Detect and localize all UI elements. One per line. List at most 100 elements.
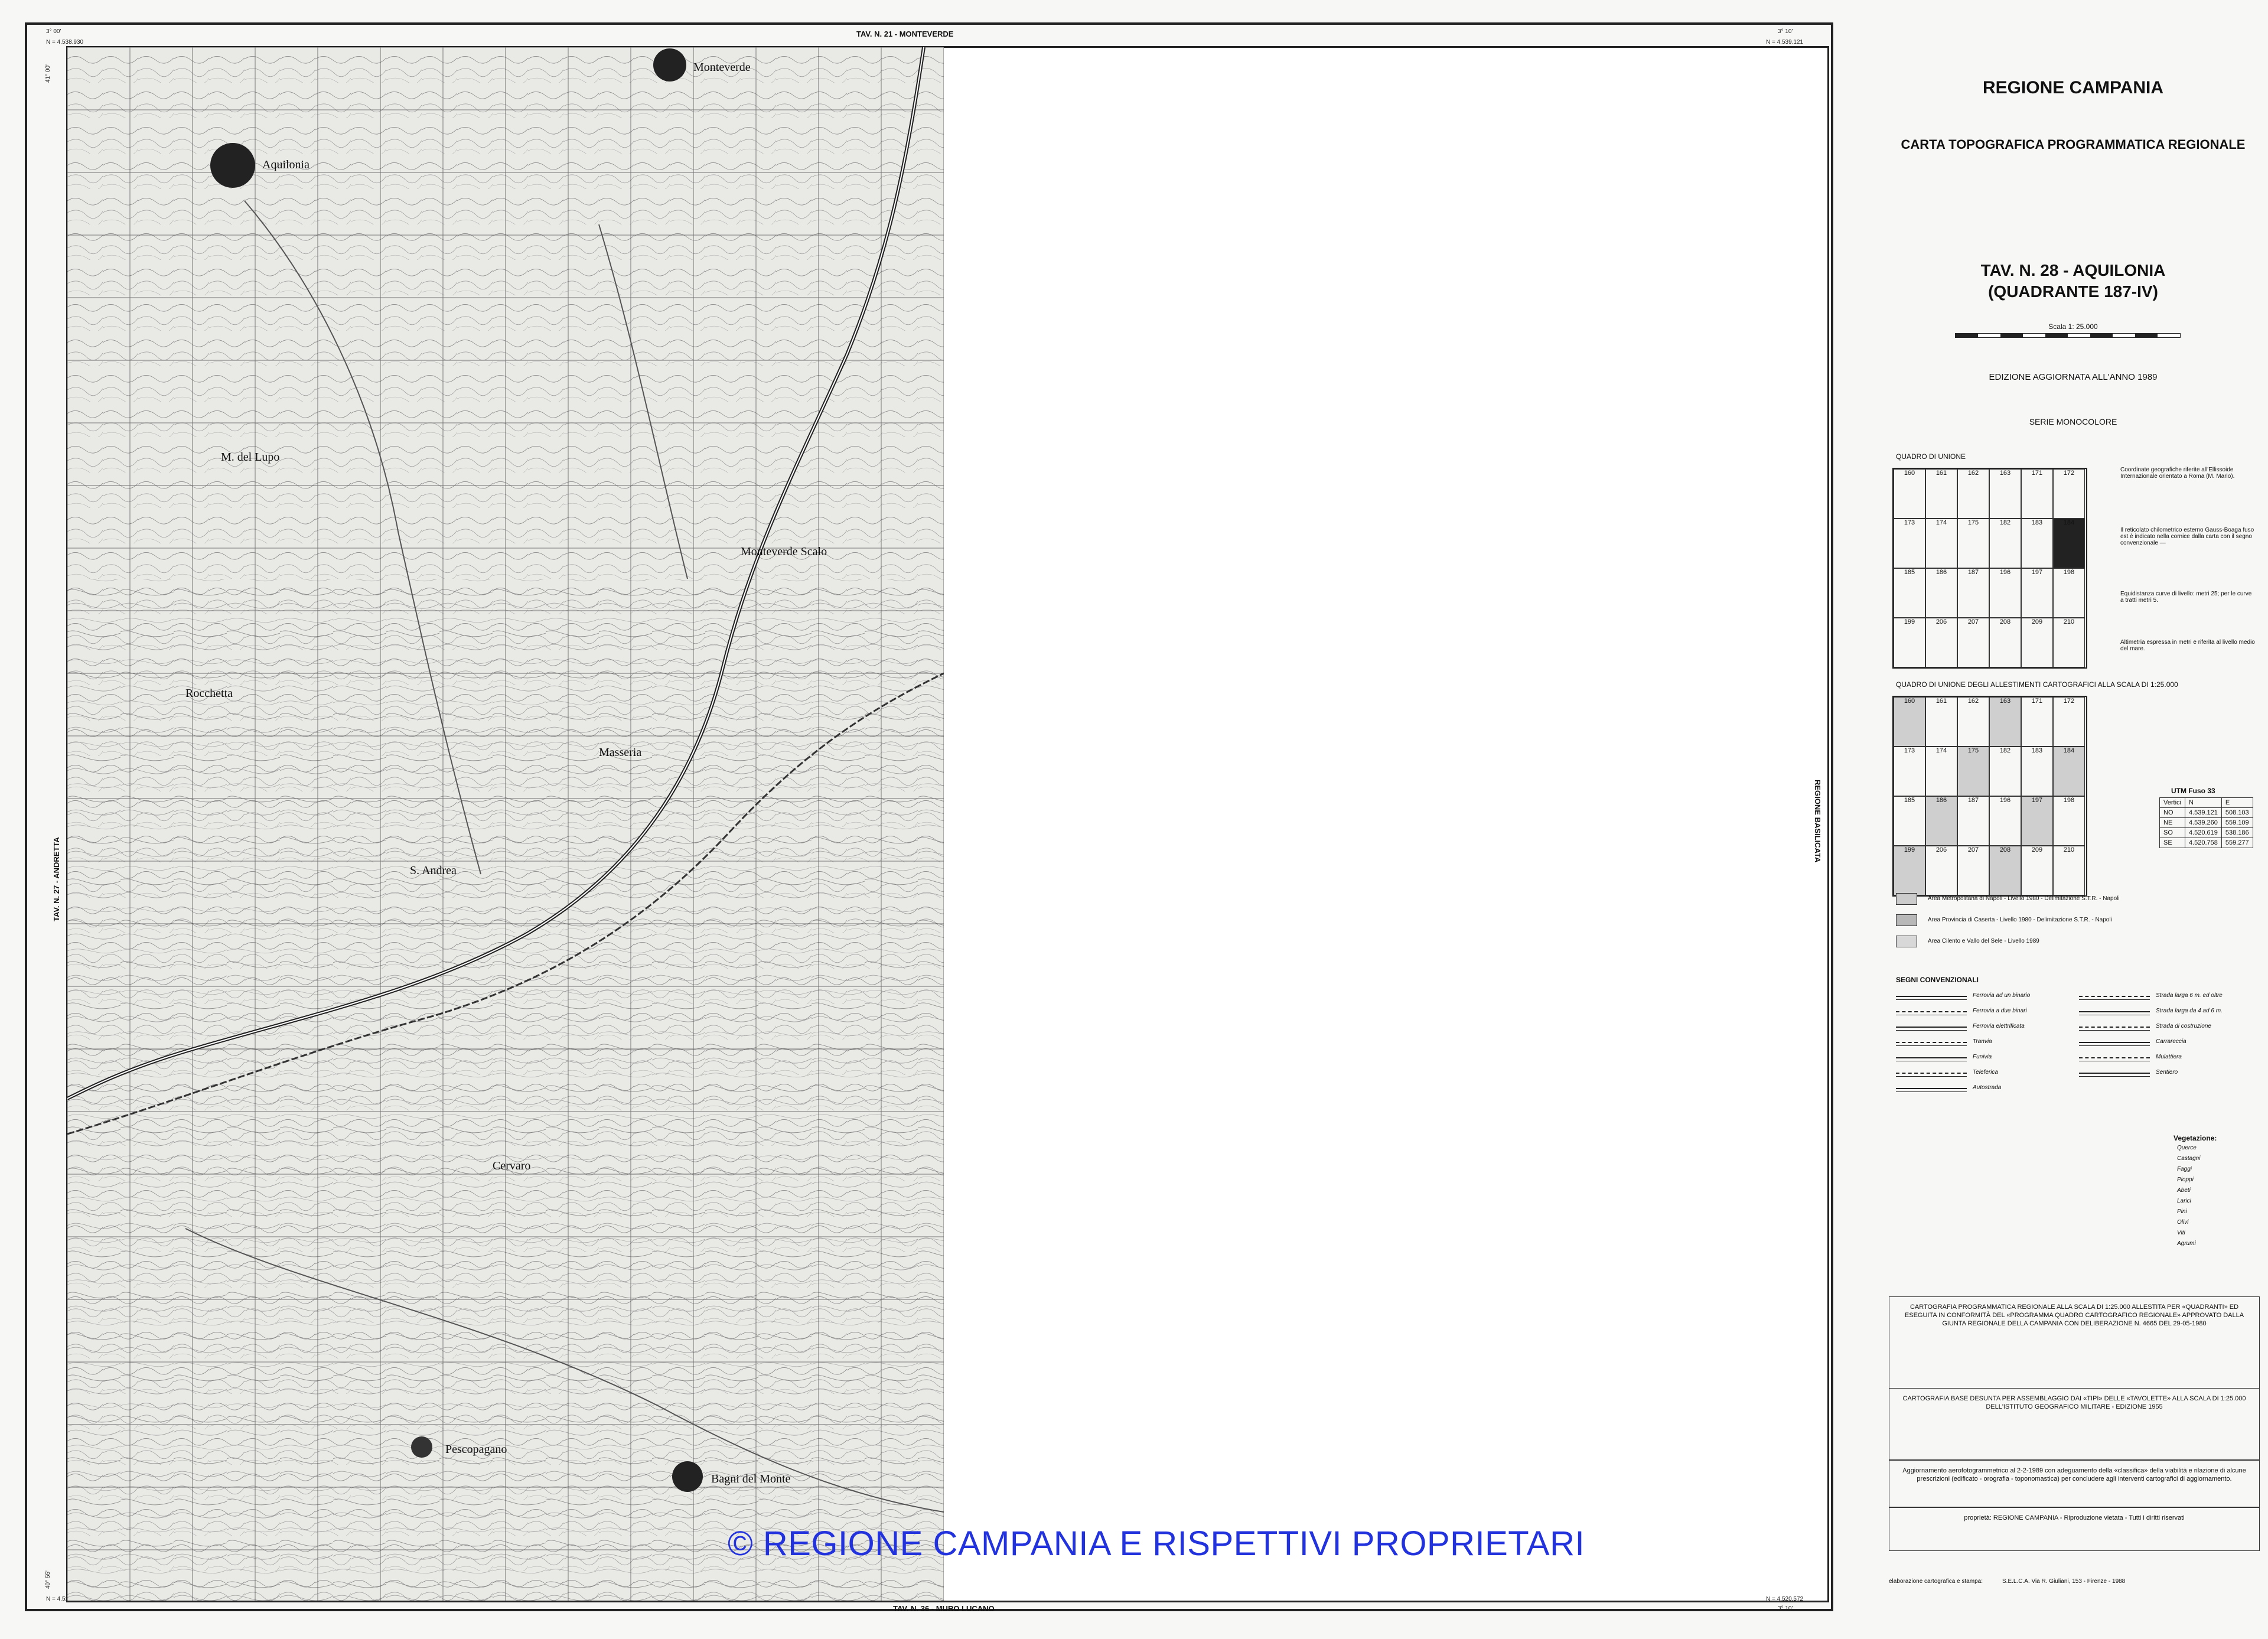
grid-cell: 206 bbox=[1925, 618, 1957, 667]
utm-cell: 559.277 bbox=[2221, 838, 2253, 848]
elaborazione-label: elaborazione cartografica e stampa: bbox=[1889, 1578, 1983, 1585]
vegetation-item: Faggi bbox=[2177, 1166, 2192, 1172]
grid-cell: 160 bbox=[1894, 697, 1925, 747]
grid-cell: 162 bbox=[1957, 469, 1989, 519]
grid-cell: 183 bbox=[2021, 747, 2053, 796]
cartografia-box: CARTOGRAFIA PROGRAMMATICA REGIONALE ALLA… bbox=[1889, 1296, 2260, 1389]
segni-label: Sentiero bbox=[2156, 1069, 2178, 1076]
grid-cell: 183 bbox=[2021, 519, 2053, 568]
frame-top-label: TAV. N. 21 - MONTEVERDE bbox=[856, 30, 954, 38]
map-subtitle: CARTA TOPOGRAFICA PROGRAMMATICA REGIONAL… bbox=[1901, 137, 2246, 152]
vegetation-item: Agrumi bbox=[2177, 1240, 2196, 1247]
area-swatch-1 bbox=[1896, 893, 1917, 905]
utm-cell: 559.109 bbox=[2221, 817, 2253, 828]
segni-symbol bbox=[2079, 1027, 2150, 1031]
segni-title: SEGNI CONVENZIONALI bbox=[1896, 976, 1979, 984]
area-label-3: Area Cilento e Vallo del Sele - Livello … bbox=[1928, 938, 2039, 944]
grid-cell: 207 bbox=[1957, 846, 1989, 895]
segni-label: Mulattiera bbox=[2156, 1054, 2182, 1060]
grid-cell: 185 bbox=[1894, 568, 1925, 618]
vegetation-list: Querce Castagni Faggi Pioppi Abeti Larici Pini… bbox=[2177, 1145, 2260, 1322]
side-note-3: Equidistanza curve di livello: metri 25;… bbox=[2120, 591, 2252, 604]
grid-cell: 161 bbox=[1925, 469, 1957, 519]
segni-symbol bbox=[1896, 1011, 1967, 1015]
area-label-1: Area Metropolitana di Napoli - Livello 1… bbox=[1928, 895, 2120, 902]
area-label-2: Area Provincia di Caserta - Livello 1980… bbox=[1928, 917, 2112, 923]
segni-label: Autostrada bbox=[1973, 1084, 2002, 1091]
town-bagni bbox=[672, 1461, 703, 1492]
place-name: Monteverde Scalo bbox=[741, 545, 827, 558]
grid-cell: 209 bbox=[2021, 846, 2053, 895]
utm-header: UTM Fuso 33 bbox=[2171, 787, 2215, 795]
quadro-unione-2-label: QUADRO DI UNIONE DEGLI ALLESTIMENTI CART… bbox=[1896, 680, 2178, 689]
segni-label: Tranvia bbox=[1973, 1038, 1992, 1045]
segni-label: Strada larga 6 m. ed oltre bbox=[2156, 992, 2223, 999]
grid-cell: 174 bbox=[1925, 519, 1957, 568]
segni-symbol bbox=[1896, 1042, 1967, 1046]
grid-cell: 199 bbox=[1894, 618, 1925, 667]
coord-tr: N = 4.539.121 bbox=[1766, 39, 1804, 45]
segni-label: Funivia bbox=[1973, 1054, 1992, 1060]
grid-cell: 184 bbox=[2053, 519, 2085, 568]
area-swatch-2 bbox=[1896, 914, 1917, 926]
grid-cell: 198 bbox=[2053, 796, 2085, 846]
segni-symbol bbox=[1896, 996, 1967, 1000]
place-name: Rocchetta bbox=[185, 687, 233, 700]
grid-cell: 208 bbox=[1989, 846, 2021, 895]
utm-table: Vertici N E NO 4.539.121 508.103 NE 4.539.2… bbox=[2159, 797, 2253, 848]
topographic-map[interactable]: Monteverde Aquilonia M. del Lupo Monteverde… bbox=[67, 47, 944, 1601]
segni-symbol bbox=[1896, 1057, 1967, 1061]
grid-cell: 175 bbox=[1957, 747, 1989, 796]
corner-br-lon: 3° 10' bbox=[1778, 1605, 1793, 1612]
corner-tl-lon: 3° 00' bbox=[46, 28, 61, 35]
grid-cell: 163 bbox=[1989, 697, 2021, 747]
utm-cell: 4.539.260 bbox=[2184, 817, 2222, 828]
utm-cell: NE bbox=[2159, 817, 2185, 828]
grid-cell: 182 bbox=[1989, 519, 2021, 568]
aggiornamento-box: Aggiornamento aerofotogrammetrico al 2-2… bbox=[1889, 1460, 2260, 1507]
base-box: CARTOGRAFIA BASE DESUNTA PER ASSEMBLAGGI… bbox=[1889, 1388, 2260, 1460]
grid-cell: 173 bbox=[1894, 747, 1925, 796]
segni-label: Strada di costruzione bbox=[2156, 1023, 2211, 1029]
vegetation-item: Querce bbox=[2177, 1145, 2197, 1151]
utm-col-vertici: Vertici bbox=[2159, 797, 2185, 808]
base-text: CARTOGRAFIA BASE DESUNTA PER ASSEMBLAGGI… bbox=[1902, 1395, 2246, 1410]
grid-cell: 196 bbox=[1989, 796, 2021, 846]
grid-cell: 206 bbox=[1925, 846, 1957, 895]
grid-cell: 207 bbox=[1957, 618, 1989, 667]
vegetation-item: Pini bbox=[2177, 1208, 2187, 1215]
vegetation-item: Viti bbox=[2177, 1230, 2185, 1236]
grid-cell: 210 bbox=[2053, 846, 2085, 895]
segni-symbol bbox=[2079, 1042, 2150, 1046]
grid-cell: 171 bbox=[2021, 469, 2053, 519]
coord-br: N = 4.520.572 bbox=[1766, 1596, 1804, 1602]
segni-label: Teleferica bbox=[1973, 1069, 1998, 1076]
utm-cell: 538.186 bbox=[2221, 827, 2253, 838]
grid-cell: 210 bbox=[2053, 618, 2085, 667]
grid-cell: 161 bbox=[1925, 697, 1957, 747]
tav-title: TAV. N. 28 - AQUILONIA bbox=[1980, 261, 2166, 279]
vegetation-item: Castagni bbox=[2177, 1155, 2201, 1162]
utm-col-n: N bbox=[2184, 797, 2222, 808]
segni-symbol bbox=[1896, 1073, 1967, 1077]
corner-tl-lat: 41° 00' bbox=[45, 64, 51, 83]
grid-cell: 209 bbox=[2021, 618, 2053, 667]
side-note-4: Altimetria espressa in metri e riferita … bbox=[2120, 639, 2255, 652]
side-note-1: Coordinate geografiche riferite all'Elli… bbox=[2120, 467, 2235, 480]
vegetation-item: Pioppi bbox=[2177, 1177, 2194, 1183]
vegetation-item: Abeti bbox=[2177, 1187, 2191, 1194]
series-label: SERIE MONOCOLORE bbox=[2029, 417, 2117, 426]
scale-bar bbox=[1955, 333, 2181, 338]
edition-label: EDIZIONE AGGIORNATA ALL'ANNO 1989 bbox=[1989, 372, 2158, 382]
selca-label: S.E.L.C.A. Via R. Giuliani, 153 - Firenz… bbox=[2002, 1578, 2126, 1585]
segni-symbol bbox=[1896, 1088, 1967, 1092]
scale-label: Scala 1: 25.000 bbox=[2048, 322, 2098, 331]
map-drawing: Monteverde Aquilonia M. del Lupo Monteverde… bbox=[67, 47, 944, 1601]
frame-bottom-label: TAV. N. 36 - MURO LUCANO bbox=[893, 1604, 995, 1613]
quadro-unione-grid-2: 160 161 162 163 171 172 173 174 175 182 183 184 185 1… bbox=[1892, 696, 2087, 897]
grid-cell: 187 bbox=[1957, 568, 1989, 618]
town-monteverde bbox=[653, 48, 686, 82]
quadro-unione-grid: 160 161 162 163 171 172 173 174 175 182 183 184 185 1… bbox=[1892, 468, 2087, 669]
place-name: S. Andrea bbox=[410, 864, 457, 877]
copyright-watermark: © REGIONE CAMPANIA E RISPETTIVI PROPRIET… bbox=[728, 1524, 1585, 1563]
